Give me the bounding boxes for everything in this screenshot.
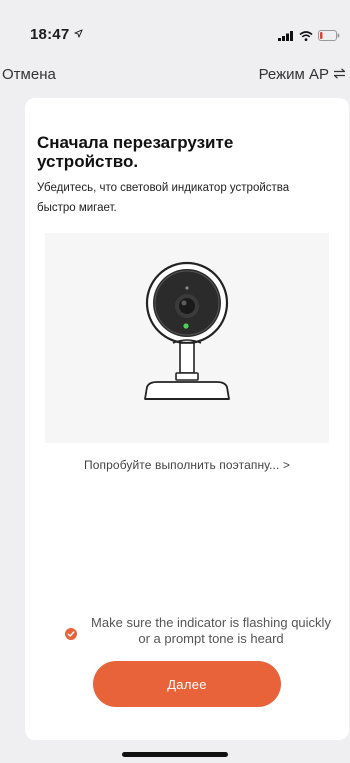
ap-mode-label: Режим AP: [258, 66, 329, 83]
step-by-step-link[interactable]: Попробуйте выполнить поэтапну... >: [25, 458, 349, 472]
confirm-checkbox-row[interactable]: Make sure the indicator is flashing quic…: [65, 615, 335, 647]
checkmark-icon[interactable]: [65, 628, 77, 640]
nav-bar: Отмена Режим AP: [0, 60, 350, 90]
next-button[interactable]: Далее: [93, 661, 281, 707]
battery-low-icon: [318, 28, 340, 46]
home-indicator[interactable]: [122, 752, 228, 757]
swap-arrows-icon: [333, 66, 346, 83]
status-icons: [278, 28, 340, 46]
instruction-text: Убедитесь, что световой индикатор устрой…: [37, 182, 290, 214]
cancel-button[interactable]: Отмена: [2, 66, 56, 83]
status-time: 18:47: [30, 26, 70, 43]
location-arrow-icon: [74, 27, 83, 41]
ap-mode-button[interactable]: Режим AP: [259, 66, 346, 83]
security-camera-illustration: [45, 233, 329, 443]
cellular-signal-icon: [278, 28, 294, 46]
screen: 18:47 Отмена Режим AP Сначала перезагруз…: [0, 0, 350, 763]
confirm-label: Make sure the indicator is flashing quic…: [91, 615, 331, 646]
instructions-card: Сначала перезагрузите устройство. Убедит…: [25, 98, 349, 740]
page-title: Сначала перезагрузите устройство.: [37, 133, 234, 171]
status-bar: 18:47: [0, 0, 350, 44]
wifi-icon: [299, 28, 313, 46]
